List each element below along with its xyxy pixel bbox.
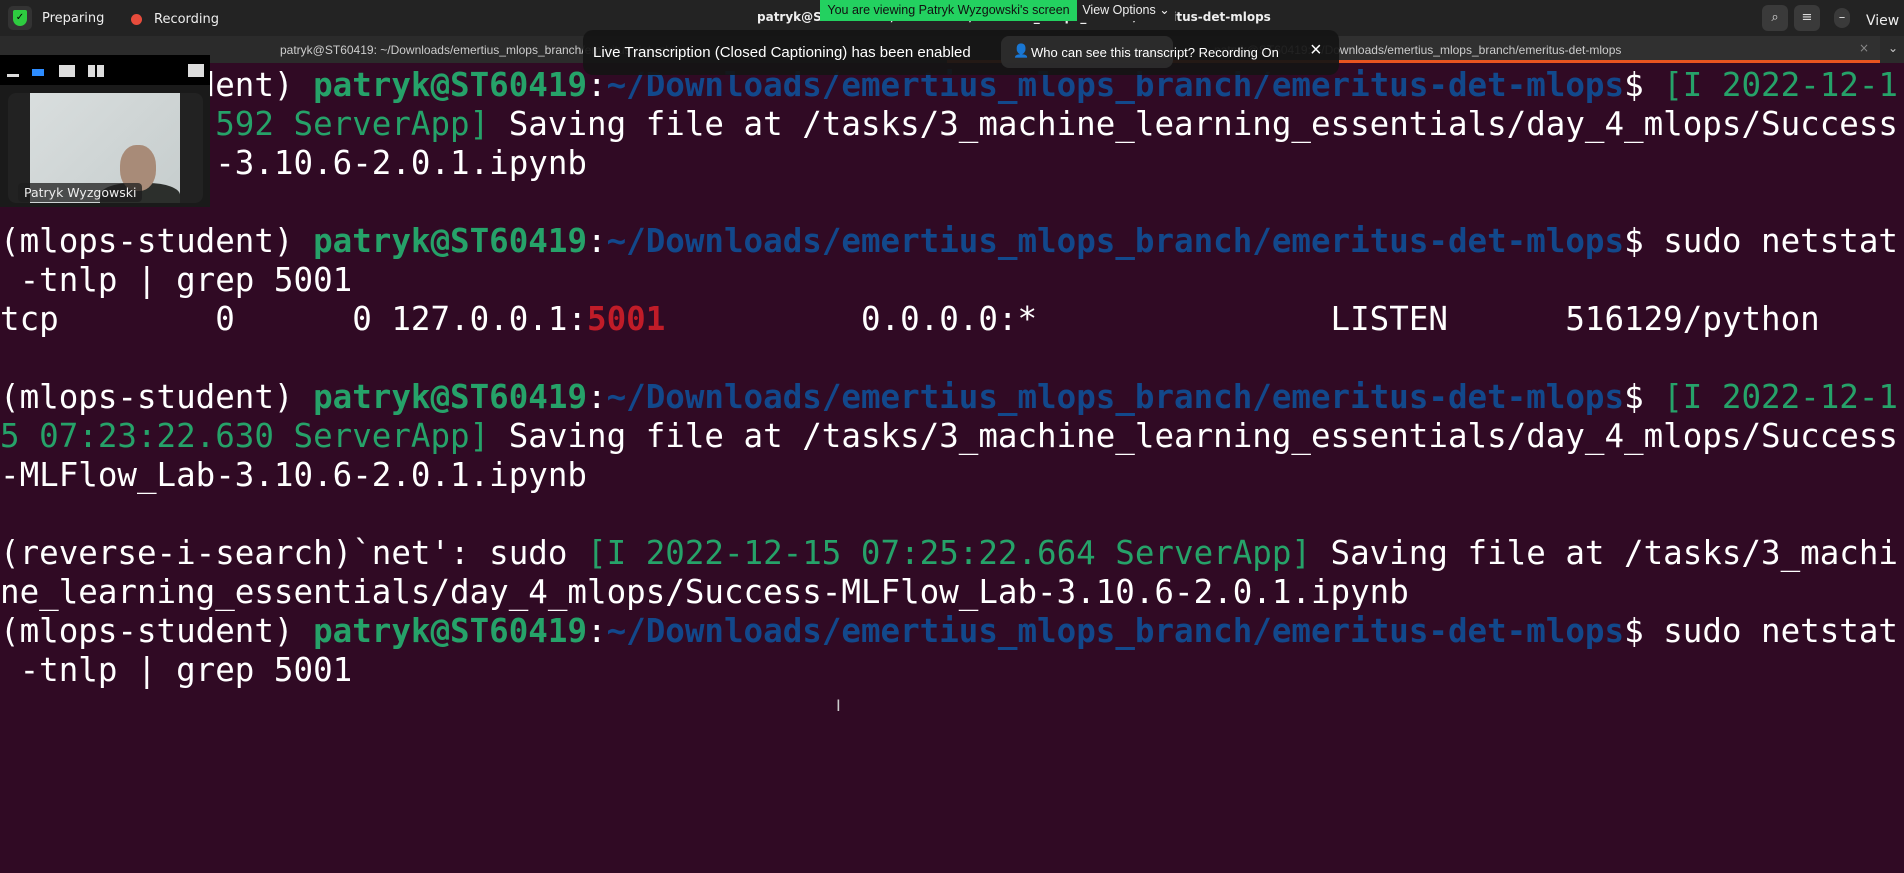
terminal-segment: Saving file at /tasks/3_machi bbox=[1310, 534, 1898, 572]
terminal-segment: $ sudo netstat bbox=[1624, 222, 1898, 260]
close-tab-icon[interactable]: × bbox=[1859, 41, 1869, 55]
preparing-label: Preparing bbox=[42, 11, 105, 26]
terminal-segment: (mlops-student) bbox=[0, 378, 314, 416]
terminal-segment: (mlops-student) bbox=[0, 222, 314, 260]
speaker-view-icon[interactable] bbox=[32, 69, 44, 76]
menu-button[interactable]: ≡ bbox=[1794, 5, 1820, 31]
pop-out-icon[interactable] bbox=[188, 64, 204, 77]
terminal-segment: $ sudo netstat bbox=[1624, 612, 1898, 650]
recording-label[interactable]: Recording bbox=[154, 12, 219, 27]
view-options-label: View Options bbox=[1082, 3, 1156, 17]
view-options-button[interactable]: View Options ⌄ bbox=[1077, 0, 1175, 21]
terminal-line: ne_learning_essentials/day_4_mlops/Succe… bbox=[0, 573, 1904, 612]
terminal-line: (mlops-student) patryk@ST60419:~/Downloa… bbox=[0, 612, 1904, 651]
terminal-segment: [I 2022-12-1 bbox=[1663, 66, 1899, 104]
terminal-segment: : bbox=[587, 222, 607, 260]
terminal-segment: patryk@ST60419 bbox=[313, 222, 588, 260]
view-button[interactable]: View bbox=[1866, 13, 1899, 29]
gallery-grid-icon[interactable] bbox=[88, 65, 104, 77]
terminal-output[interactable]: (mlops-student) patryk@ST60419:~/Downloa… bbox=[0, 66, 1904, 690]
terminal-segment: $ bbox=[1624, 66, 1664, 104]
terminal-line: -MLFlow_Lab-3.10.6-2.0.1.ipynb bbox=[0, 456, 1904, 495]
terminal-line: -tnlp | grep 5001 bbox=[0, 651, 1904, 690]
terminal-segment: Saving file at /tasks/3_machine_learning… bbox=[489, 105, 1898, 143]
terminal-segment: ne_learning_essentials/day_4_mlops/Succe… bbox=[0, 573, 1409, 611]
chevron-down-icon[interactable]: ⌄ bbox=[1888, 41, 1898, 55]
terminal-segment: [I 2022-12-1 bbox=[1663, 378, 1899, 416]
viewing-screen-banner: You are viewing Patryk Wyzgowski's scree… bbox=[820, 0, 1077, 21]
terminal-segment: 5 07:23:22.630 ServerApp] bbox=[0, 417, 490, 455]
close-icon[interactable]: × bbox=[1310, 39, 1322, 62]
transcription-message: Live Transcription (Closed Captioning) h… bbox=[593, 44, 971, 61]
terminal-segment: patryk@ST60419 bbox=[313, 378, 588, 416]
terminal-segment: -tnlp | grep 5001 bbox=[0, 651, 353, 689]
terminal-line: (mlops-student) patryk@ST60419:~/Downloa… bbox=[0, 378, 1904, 417]
terminal-line: -3.10.6-2.0.1.ipynb bbox=[0, 144, 1904, 183]
who-can-see-label[interactable]: Who can see this transcript? Recording O… bbox=[1031, 45, 1279, 60]
person-icon: 👤 bbox=[1013, 43, 1030, 58]
terminal-segment: (mlops-student) bbox=[0, 612, 314, 650]
minimize-button[interactable]: – bbox=[1834, 8, 1850, 28]
terminal-segment: ~/Downloads/emertius_mlops_branch/emerit… bbox=[606, 222, 1625, 260]
terminal-segment: -MLFlow_Lab-3.10.6-2.0.1.ipynb bbox=[0, 456, 587, 494]
terminal-segment: [I 2022-12-15 07:25:22.664 ServerApp] bbox=[587, 534, 1311, 572]
gallery-single-icon[interactable] bbox=[59, 65, 75, 77]
minimize-video-icon[interactable] bbox=[7, 74, 19, 77]
recording-dot-icon bbox=[131, 14, 142, 25]
terminal-line: (mlops-student) patryk@ST60419:~/Downloa… bbox=[0, 222, 1904, 261]
terminal-segment: (reverse-i-search)`net': sudo bbox=[0, 534, 587, 572]
terminal-segment: Saving file at /tasks/3_machine_learning… bbox=[489, 417, 1898, 455]
terminal-segment: 592 ServerApp] bbox=[215, 105, 490, 143]
terminal-segment: ~/Downloads/emertius_mlops_branch/emerit… bbox=[606, 378, 1625, 416]
terminal-segment: $ bbox=[1624, 378, 1664, 416]
terminal-segment: ~/Downloads/emertius_mlops_branch/emerit… bbox=[606, 612, 1625, 650]
terminal-segment: 5001 bbox=[587, 300, 666, 338]
terminal-segment: patryk@ST60419 bbox=[313, 612, 588, 650]
terminal-segment: patryk@ST60419 bbox=[313, 66, 588, 104]
terminal-line: -tnlp | grep 5001 bbox=[0, 261, 1904, 300]
terminal-segment: 0.0.0.0:* LISTEN 516129/python bbox=[665, 300, 1820, 338]
search-button[interactable]: ⌕ bbox=[1762, 5, 1788, 31]
terminal-segment: tcp 0 0 127.0.0.1: bbox=[0, 300, 587, 338]
terminal-line: 5 07:23:22.630 ServerApp] Saving file at… bbox=[0, 417, 1904, 456]
terminal-segment: -tnlp | grep 5001 bbox=[0, 261, 353, 299]
terminal-line: (reverse-i-search)`net': sudo [I 2022-12… bbox=[0, 534, 1904, 573]
video-panel: Patryk Wyzgowski bbox=[0, 55, 210, 207]
video-controls bbox=[0, 55, 210, 85]
participant-video: Patryk Wyzgowski bbox=[8, 93, 203, 203]
terminal-segment: : bbox=[587, 612, 607, 650]
live-transcription-banner: Live Transcription (Closed Captioning) h… bbox=[583, 30, 1339, 75]
shield-icon[interactable]: ✓ bbox=[8, 6, 32, 30]
participant-name: Patryk Wyzgowski bbox=[18, 183, 143, 202]
text-cursor-icon: I bbox=[836, 696, 841, 715]
terminal-line: tcp 0 0 127.0.0.1:5001 0.0.0.0:* LISTEN … bbox=[0, 300, 1904, 339]
terminal-line: 592 ServerApp] Saving file at /tasks/3_m… bbox=[0, 105, 1904, 144]
terminal-segment: : bbox=[587, 378, 607, 416]
